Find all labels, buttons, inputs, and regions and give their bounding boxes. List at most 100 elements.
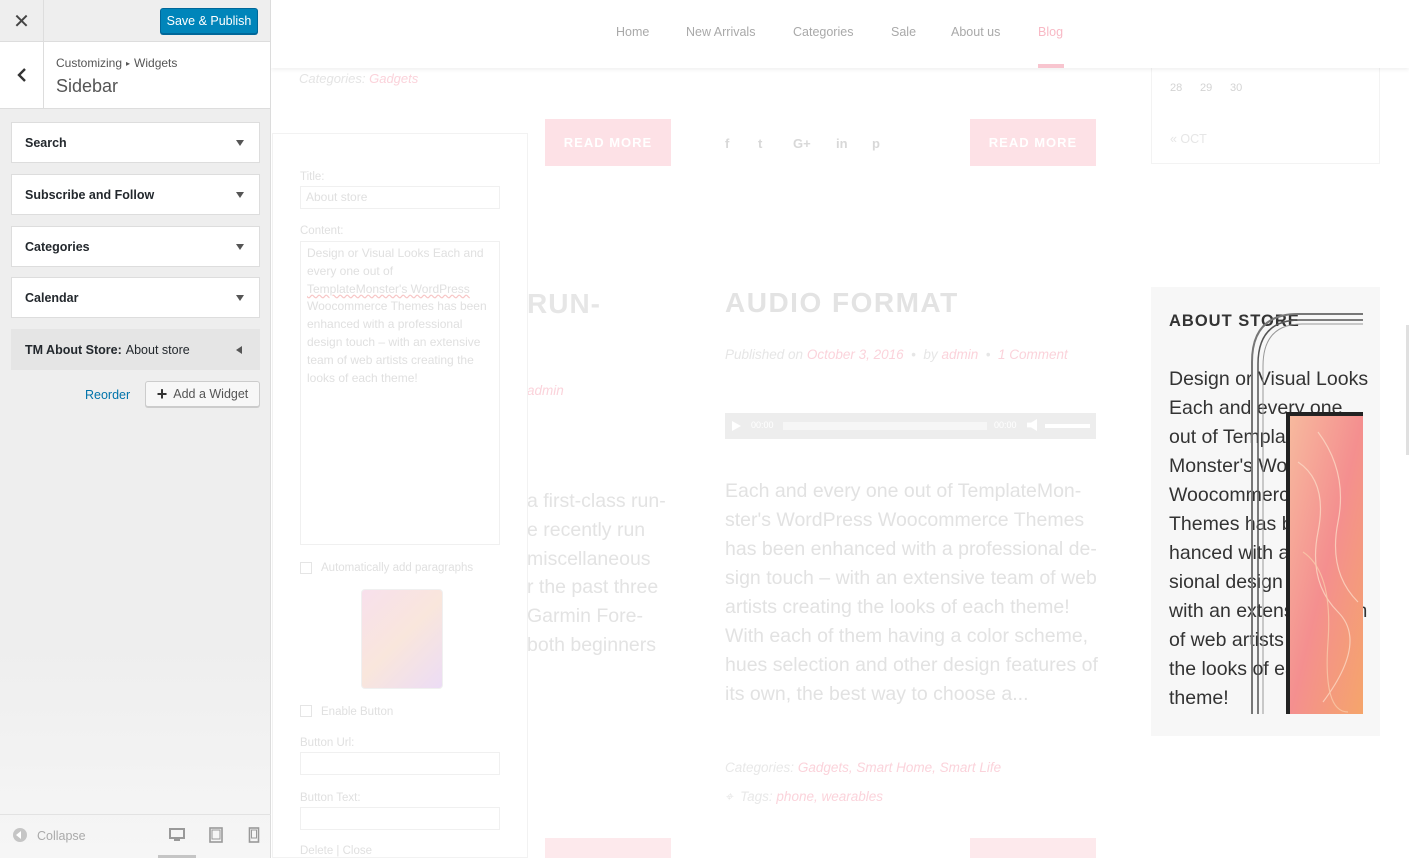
pinterest-icon[interactable]: p — [872, 136, 880, 151]
comments-link[interactable]: 1 Comment — [998, 347, 1068, 362]
author-link[interactable]: admin — [941, 347, 978, 362]
close-customizer-button[interactable]: ✕ — [0, 0, 44, 42]
nav-categories[interactable]: Categories — [793, 25, 853, 39]
caret-down-icon[interactable] — [236, 295, 244, 301]
widget-image-thumbnail[interactable] — [361, 589, 443, 689]
content-line: every one out of — [307, 263, 394, 278]
meta-separator: • — [907, 347, 920, 362]
section-title: Sidebar — [56, 76, 119, 96]
reorder-link[interactable]: Reorder — [85, 388, 130, 402]
categories-prefix: Categories: — [299, 71, 366, 86]
content-line: looks of each theme! — [307, 370, 418, 385]
widget-subscribe-follow[interactable]: Subscribe and Follow — [11, 174, 260, 215]
widget-tm-about-store[interactable]: TM About Store: About store — [11, 329, 260, 370]
widget-title: Calendar — [25, 290, 79, 305]
collapse-icon[interactable] — [13, 828, 27, 842]
widget-search[interactable]: Search — [11, 122, 260, 163]
top-categories: Categories: Gadgets — [299, 71, 418, 86]
title-input[interactable]: About store — [300, 186, 500, 209]
post-title[interactable]: AUDIO FORMAT — [725, 287, 959, 319]
tag-links[interactable]: phone, wearables — [776, 789, 883, 804]
button-url-label: Button Url: — [300, 737, 355, 749]
tablet-icon[interactable] — [208, 827, 224, 843]
volume-icon[interactable] — [1027, 419, 1037, 431]
category-link[interactable]: Gadgets — [369, 71, 418, 86]
calendar-prev-month-link[interactable]: « OCT — [1170, 132, 1207, 146]
read-more-button-bottom[interactable] — [545, 838, 671, 858]
button-url-input[interactable] — [300, 752, 500, 775]
widget-title: TM About Store: — [25, 342, 122, 357]
widget-subtitle: About store — [125, 342, 190, 357]
enable-button-checkbox[interactable] — [300, 705, 312, 717]
widget-title: Subscribe and Follow — [25, 187, 155, 202]
play-icon[interactable] — [732, 421, 741, 431]
post-tags: ⌖ Tags: phone, wearables — [725, 789, 883, 805]
twitter-icon[interactable]: t — [758, 136, 762, 151]
nav-home[interactable]: Home — [616, 25, 649, 39]
breadcrumb-parent: Customizing — [56, 56, 123, 70]
section-header: Customizing ▸ Widgets Sidebar — [0, 42, 270, 109]
title-label: Title: — [300, 171, 325, 183]
audio-progress-track[interactable] — [783, 422, 987, 430]
caret-down-icon[interactable] — [236, 244, 244, 250]
content-line: Design or Visual Looks Each and — [307, 246, 484, 260]
content-line: enhanced with a professional — [307, 317, 463, 332]
nav-sale[interactable]: Sale — [891, 25, 916, 39]
close-icon: ✕ — [13, 10, 30, 33]
left-post-line: e recently run — [527, 519, 646, 541]
nav-active-indicator — [1038, 64, 1064, 68]
nav-about-us[interactable]: About us — [951, 25, 1000, 39]
category-links[interactable]: Gadgets, Smart Home, Smart Life — [798, 760, 1001, 775]
published-prefix: Published on — [725, 347, 804, 362]
button-text-label: Button Text: — [300, 792, 361, 804]
volume-slider[interactable] — [1045, 424, 1090, 428]
categories-prefix: Categories: — [725, 760, 795, 775]
read-more-button-bottom[interactable] — [970, 838, 1096, 858]
audio-player: 00:00 00:00 — [725, 413, 1096, 439]
post-excerpt: Each and every one out of TemplateMon-st… — [725, 480, 1098, 705]
button-text-input[interactable] — [300, 807, 500, 830]
current-time: 00:00 — [751, 420, 774, 430]
collapse-label[interactable]: Collapse — [37, 829, 86, 843]
caret-left-icon[interactable] — [236, 346, 242, 354]
widget-edit-form: Title: About store Content: Design or Vi… — [272, 133, 528, 858]
by-prefix: by — [923, 347, 938, 362]
calendar-day: 30 — [1230, 82, 1243, 94]
add-widget-button[interactable]: + Add a Widget — [145, 381, 260, 407]
auto-paragraphs-checkbox[interactable] — [300, 562, 312, 574]
left-post-title: RUN- — [527, 288, 601, 319]
content-textarea[interactable]: Design or Visual Looks Each and every on… — [300, 241, 500, 545]
linkedin-icon[interactable]: in — [836, 136, 848, 151]
breadcrumb-separator: ▸ — [126, 59, 131, 68]
facebook-icon[interactable]: f — [725, 136, 729, 151]
delete-close-links[interactable]: Delete | Close — [300, 845, 372, 857]
left-post-line: r the past three — [527, 576, 659, 598]
calendar-day: 29 — [1200, 82, 1213, 94]
customizer-panel: ✕ Save & Publish Customizing ▸ Widgets Sid… — [0, 0, 271, 858]
widget-title: Categories — [25, 239, 90, 254]
plus-icon: + — [156, 384, 168, 404]
meta-separator: • — [982, 347, 995, 362]
desktop-icon[interactable] — [169, 827, 185, 843]
left-post-author[interactable]: admin — [527, 383, 564, 398]
read-more-button[interactable]: READ MORE — [545, 119, 671, 166]
widget-categories[interactable]: Categories — [11, 226, 260, 267]
caret-down-icon[interactable] — [236, 140, 244, 146]
calendar-day: 28 — [1170, 82, 1183, 94]
chevron-left-icon — [16, 68, 26, 82]
nav-new-arrivals[interactable]: New Arrivals — [686, 25, 755, 39]
read-more-button[interactable]: READ MORE — [970, 119, 1096, 166]
breadcrumb-child: Widgets — [134, 56, 178, 70]
mobile-icon[interactable] — [246, 827, 262, 843]
caret-down-icon[interactable] — [236, 192, 244, 198]
google-plus-icon[interactable]: G+ — [793, 136, 811, 151]
left-post-line: both beginners — [527, 634, 657, 656]
post-categories: Categories: Gadgets, Smart Home, Smart L… — [725, 760, 1001, 775]
save-publish-button[interactable]: Save & Publish — [160, 8, 258, 34]
widget-title: Search — [25, 135, 67, 150]
widget-calendar[interactable]: Calendar — [11, 277, 260, 318]
left-post-line: miscellaneous — [527, 548, 651, 570]
post-date-link[interactable]: October 3, 2016 — [807, 347, 904, 362]
back-button[interactable] — [0, 42, 44, 108]
nav-blog[interactable]: Blog — [1038, 25, 1063, 39]
